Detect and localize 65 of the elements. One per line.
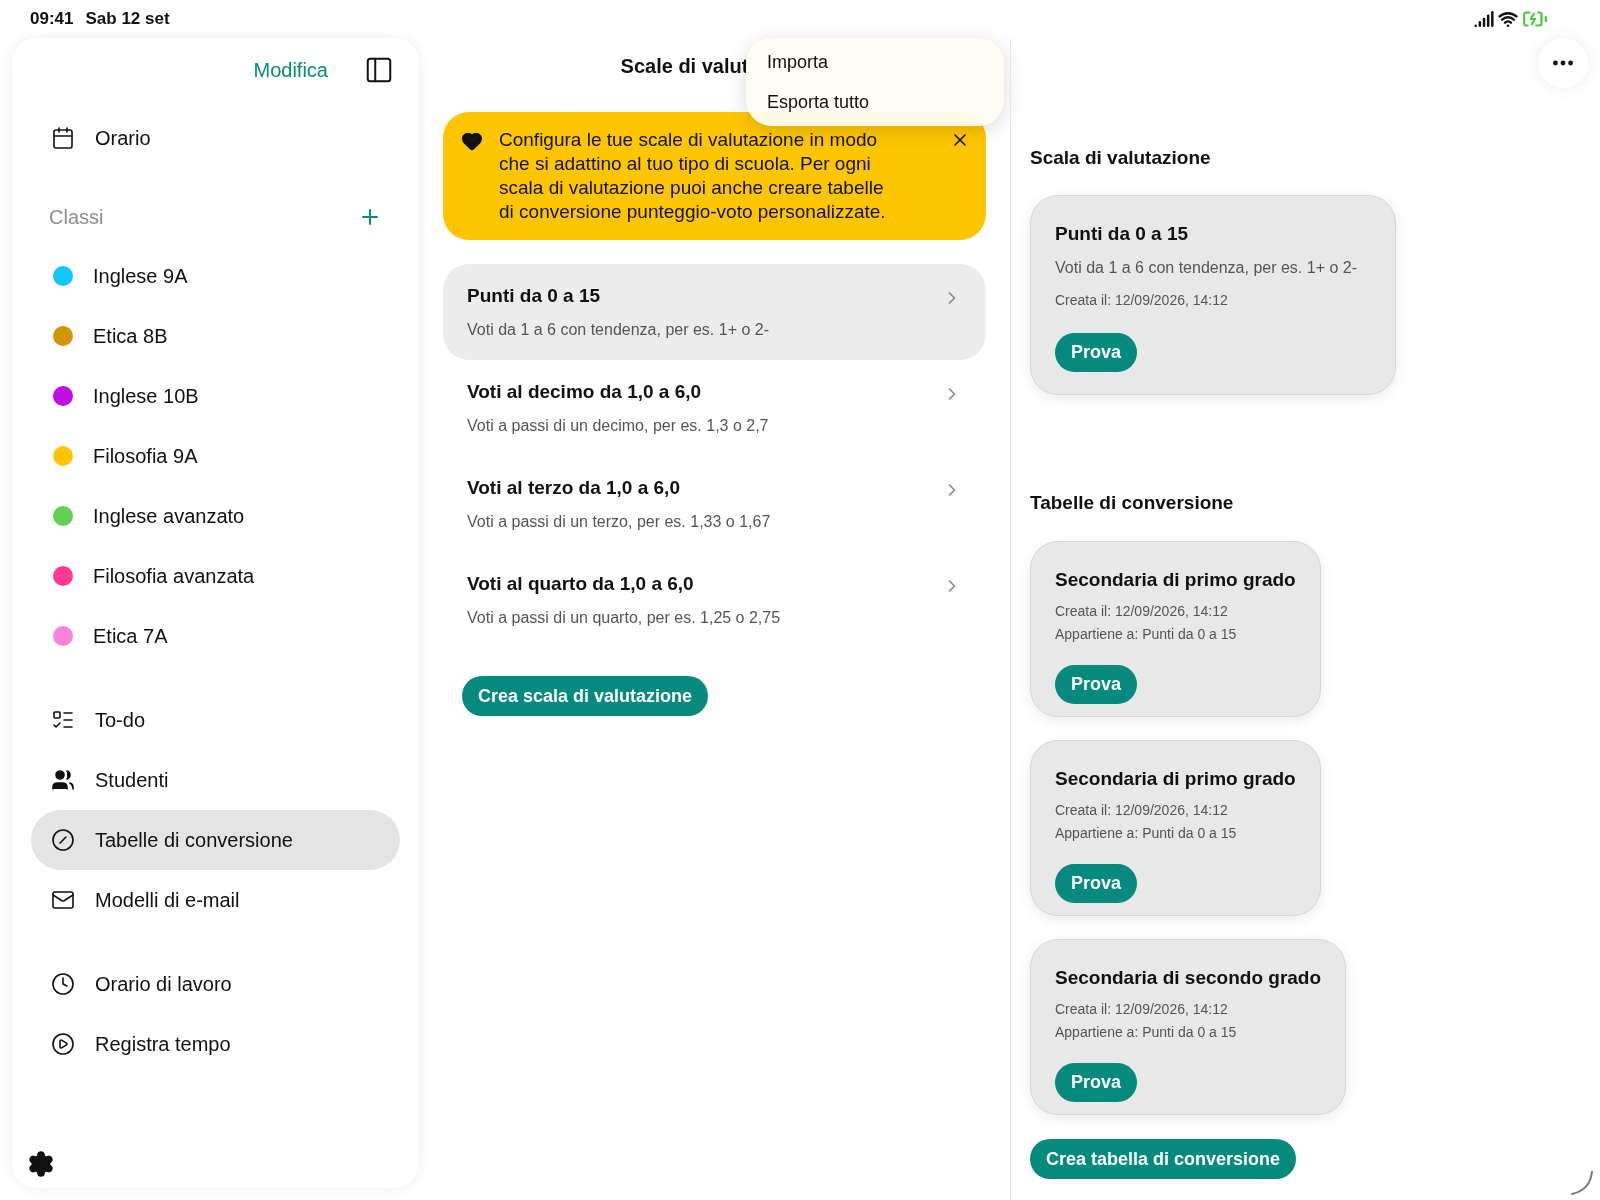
sidebar-item[interactable]: Tabelle di conversione [31, 810, 400, 870]
card-scale: Appartiene a: Punti da 0 a 15 [1055, 823, 1238, 843]
banner-text: Configura le tue scale di valutazione in modo che si adattino al tuo tipo di scuola. Per ogni scala di valutazione puoi anche creare tabelle di conversione punteggio-voto personalizzate. [499, 128, 887, 224]
status-time: 09:41 [30, 8, 74, 31]
scale-title: Punti da 0 a 15 [467, 283, 602, 308]
card-date: Creata il: 12/09/2026, 14:12 [1055, 999, 1229, 1019]
edit-link[interactable]: Modifica [253, 55, 328, 85]
try-button[interactable]: Prova [1055, 333, 1138, 372]
create-scale-button[interactable]: Crea scala di valutazione [462, 676, 709, 716]
card-title: Secondaria di primo grado [1055, 767, 1296, 791]
clock-icon [51, 972, 75, 996]
card-title: Secondaria di primo grado [1055, 568, 1296, 592]
signal-icon [1474, 9, 1494, 29]
card-description: Voti da 1 a 6 con tendenza, per es. 1+ o 2- [1055, 258, 1358, 278]
section-heading: Classi [49, 205, 104, 230]
heart-icon [461, 130, 483, 152]
sidebar-item[interactable]: Filosofia avanzata [31, 546, 400, 606]
scale-row[interactable]: Voti al quarto da 1,0 a 6,0 Voti a passi di un quarto, per es. 1,25 o 2,75 [443, 552, 986, 648]
card-date: Creata il: 12/09/2026, 14:12 [1055, 800, 1229, 820]
people-icon [51, 768, 75, 792]
try-button[interactable]: Prova [1055, 863, 1138, 903]
sidebar-item[interactable]: Studenti [31, 750, 400, 810]
sidebar-item[interactable]: Registra tempo [31, 1014, 400, 1074]
scale-row[interactable]: Voti al decimo da 1,0 a 6,0 Voti a passi di un decimo, per es. 1,3 o 2,7 [443, 360, 986, 456]
page-title: Scale di valut [620, 54, 749, 79]
menu-item[interactable]: Importa [746, 42, 1004, 82]
card-title: Secondaria di secondo grado [1055, 966, 1322, 990]
sidebar-item[interactable]: Inglese 10B [31, 366, 400, 426]
scale-title: Voti al decimo da 1,0 a 6,0 [467, 379, 703, 404]
scale-description: Voti a passi di un terzo, per es. 1,33 o 1,67 [467, 512, 772, 533]
sidebar-item[interactable]: Etica 7A [31, 606, 400, 666]
menu-item[interactable]: Esporta tutto [746, 82, 1004, 122]
create-table-button[interactable]: Crea tabella di conversione [1030, 1139, 1297, 1179]
scale-description: Voti a passi di un quarto, per es. 1,25 o 2,75 [467, 608, 782, 629]
scale-row[interactable]: Punti da 0 a 15 Voti da 1 a 6 con tendenza, per es. 1+ o 2- [443, 264, 986, 360]
sidebar-item[interactable]: Orario [31, 108, 400, 168]
sidebar-item[interactable]: Inglese 9A [31, 246, 400, 306]
sidebar-item[interactable]: Inglese avanzato [31, 486, 400, 546]
wifi-icon [1498, 9, 1518, 29]
section-heading: Scala di valutazione [1030, 146, 1212, 170]
scale-description: Voti a passi di un decimo, per es. 1,3 o 2,7 [467, 416, 770, 437]
sidebar-toggle-icon[interactable] [364, 55, 394, 85]
sidebar-item[interactable]: Orario di lavoro [31, 954, 400, 1014]
status-date: Sab 12 set [85, 8, 170, 31]
calendar-icon [51, 126, 75, 150]
scale-title: Voti al terzo da 1,0 a 6,0 [467, 475, 681, 500]
sidebar-item[interactable]: To-do [31, 690, 400, 750]
sidebar-item[interactable]: Filosofia 9A [31, 426, 400, 486]
try-button[interactable]: Prova [1055, 664, 1138, 704]
scale-description: Voti da 1 a 6 con tendenza, per es. 1+ o 2- [467, 320, 770, 341]
scale-row[interactable]: Voti al terzo da 1,0 a 6,0 Voti a passi di un terzo, per es. 1,33 o 1,67 [443, 456, 986, 552]
mail-icon [51, 888, 75, 912]
card-scale: Appartiene a: Punti da 0 a 15 [1055, 1022, 1238, 1042]
card-scale: Appartiene a: Punti da 0 a 15 [1055, 624, 1238, 644]
card-date: Creata il: 12/09/2026, 14:12 [1055, 601, 1229, 621]
scale-title: Voti al quarto da 1,0 a 6,0 [467, 571, 695, 596]
slashed-circle-icon [51, 828, 75, 852]
try-button[interactable]: Prova [1055, 1062, 1138, 1102]
play-icon [51, 1032, 75, 1056]
sidebar-item[interactable]: Etica 8B [31, 306, 400, 366]
card-title: Punti da 0 a 15 [1055, 221, 1190, 246]
section-heading: Tabelle di conversione [1030, 490, 1235, 515]
card-date: Creata il: 12/09/2026, 14:12 [1055, 291, 1229, 310]
sidebar-item[interactable]: Modelli di e-mail [31, 870, 400, 930]
resize-handle-icon [1568, 1170, 1594, 1196]
